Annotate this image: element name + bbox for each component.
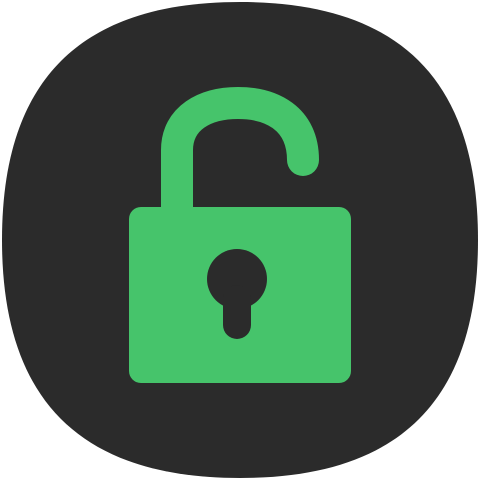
app-icon[interactable] xyxy=(0,0,480,480)
unlocked-padlock-icon xyxy=(2,2,478,478)
